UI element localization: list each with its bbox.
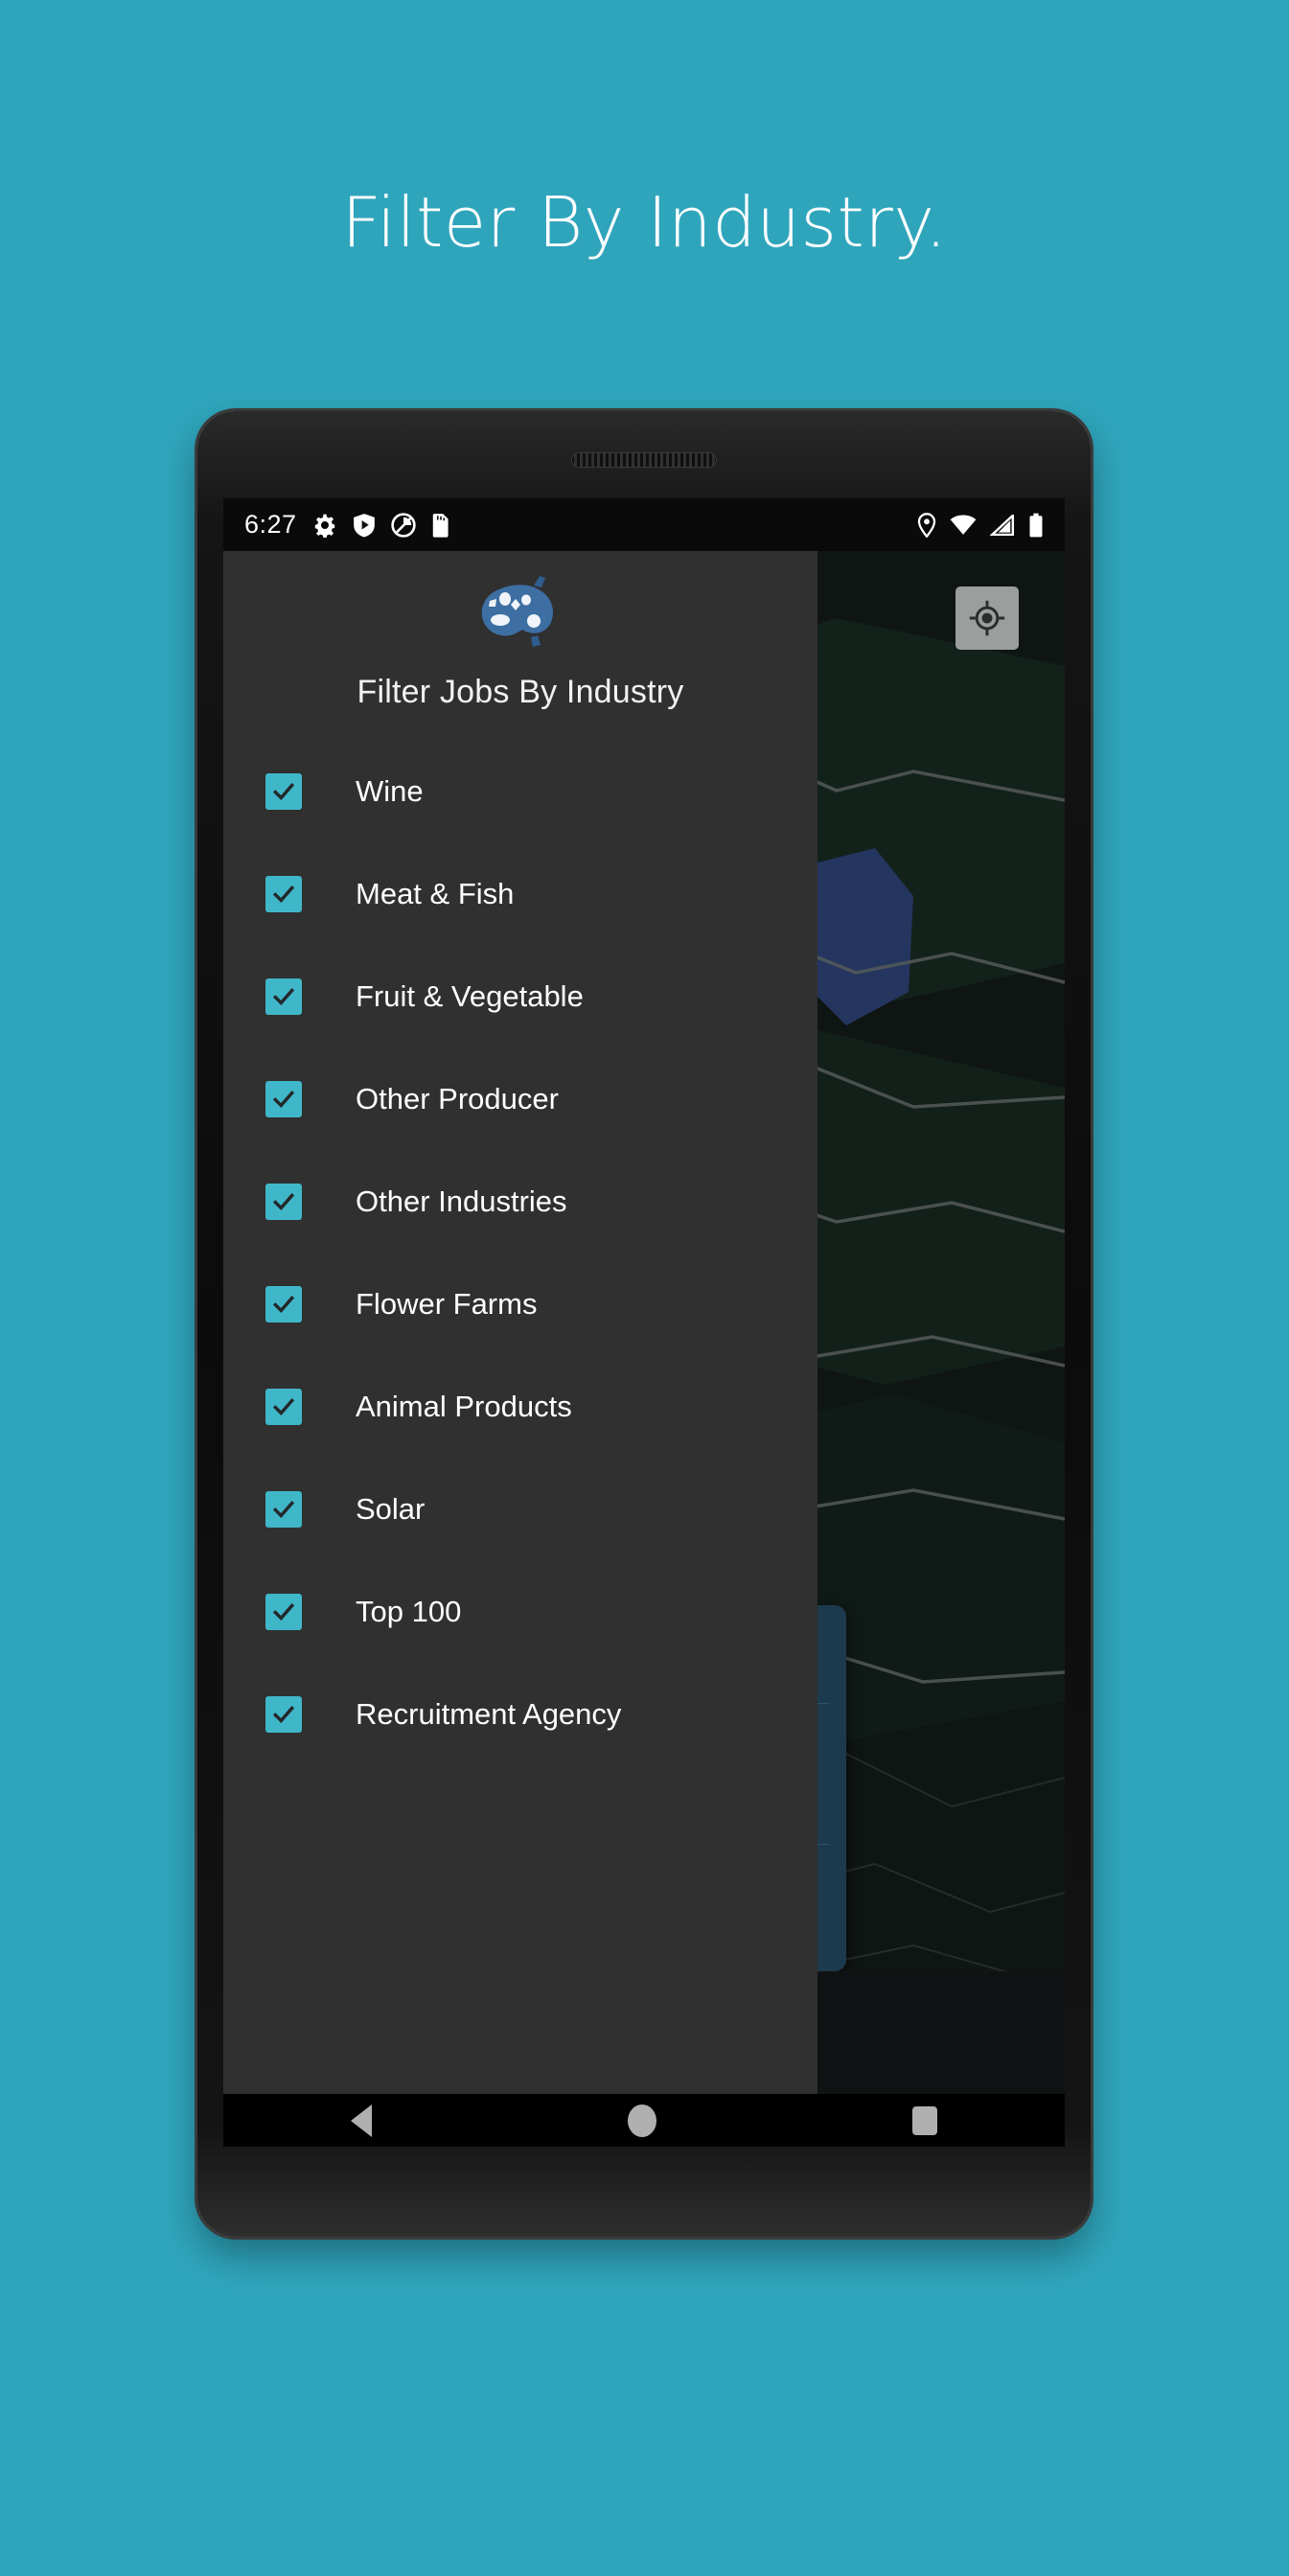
filter-label: Solar <box>356 1491 426 1526</box>
filter-row-other-industries[interactable]: Other Industries <box>223 1150 817 1253</box>
battery-icon <box>1029 513 1043 537</box>
filter-label: Meat & Fish <box>356 876 515 910</box>
checkbox-other-producer[interactable] <box>265 1080 302 1117</box>
filter-label: Fruit & Vegetable <box>356 978 584 1013</box>
filter-label: Animal Products <box>356 1389 572 1423</box>
filter-label: Other Industries <box>356 1184 567 1218</box>
filter-row-animal-products[interactable]: Animal Products <box>223 1355 817 1458</box>
filter-row-recruitment-agency[interactable]: Recruitment Agency <box>223 1663 817 1765</box>
filter-row-wine[interactable]: Wine <box>223 740 817 842</box>
checkmark-icon <box>272 885 295 903</box>
checkbox-other-industries[interactable] <box>265 1183 302 1220</box>
checkmark-icon <box>272 1500 295 1518</box>
my-location-button[interactable] <box>955 586 1019 650</box>
filter-label: Other Producer <box>356 1081 559 1116</box>
checkmark-icon <box>272 987 295 1005</box>
checkmark-icon <box>272 1397 295 1415</box>
filter-row-solar[interactable]: Solar <box>223 1458 817 1560</box>
phone-screen: Plumas tional Forest South Tah Stanis Na… <box>223 498 1065 2147</box>
status-bar-left: 6:27 <box>223 510 450 540</box>
checkbox-wine[interactable] <box>265 772 302 810</box>
checkmark-icon <box>272 1090 295 1108</box>
status-bar-right <box>917 512 1065 538</box>
checkmark-icon <box>272 782 295 800</box>
status-bar: 6:27 <box>223 498 1065 551</box>
checkbox-recruitment-agency[interactable] <box>265 1695 302 1733</box>
filter-label: Top 100 <box>356 1594 462 1628</box>
filter-row-other-producer[interactable]: Other Producer <box>223 1047 817 1150</box>
filter-row-top-100[interactable]: Top 100 <box>223 1560 817 1663</box>
drawer-header: Filter Jobs By Industry <box>223 551 817 711</box>
filter-drawer[interactable]: Filter Jobs By Industry Wine Meat & Fish… <box>223 551 817 2094</box>
filter-label: Flower Farms <box>356 1286 538 1321</box>
location-pin-icon <box>917 512 936 538</box>
earpiece-speaker-grille <box>571 452 717 468</box>
phone-device-frame: Plumas tional Forest South Tah Stanis Na… <box>197 411 1091 2237</box>
checkmark-icon <box>272 1602 295 1621</box>
drawer-title: Filter Jobs By Industry <box>357 674 684 710</box>
industry-filter-list: Wine Meat & Fish Fruit & Vegetable Other… <box>223 740 817 1765</box>
checkmark-icon <box>272 1192 295 1210</box>
page-title: Filter By Industry. <box>341 182 948 263</box>
shield-play-icon <box>353 513 375 537</box>
my-location-icon <box>969 600 1005 636</box>
checkbox-meat-fish[interactable] <box>265 875 302 912</box>
australia-map-logo <box>481 576 553 647</box>
filter-row-fruit-vegetable[interactable]: Fruit & Vegetable <box>223 945 817 1047</box>
android-navigation-bar[interactable] <box>223 2094 1065 2147</box>
checkbox-flower-farms[interactable] <box>265 1285 302 1322</box>
no-entry-circle-icon <box>390 512 416 538</box>
checkbox-fruit-vegetable[interactable] <box>265 978 302 1015</box>
checkmark-icon <box>272 1295 295 1313</box>
checkmark-icon <box>272 1705 295 1723</box>
home-button[interactable] <box>627 2104 656 2137</box>
recents-button[interactable] <box>911 2105 937 2135</box>
checkbox-solar[interactable] <box>265 1490 302 1528</box>
wifi-icon <box>950 515 977 535</box>
checkbox-top-100[interactable] <box>265 1593 302 1630</box>
filter-row-meat-fish[interactable]: Meat & Fish <box>223 842 817 945</box>
filter-label: Wine <box>356 773 424 808</box>
checkbox-animal-products[interactable] <box>265 1388 302 1425</box>
cellular-signal-icon <box>990 514 1015 536</box>
back-button[interactable] <box>351 2104 373 2137</box>
sd-card-icon <box>432 513 449 538</box>
gear-icon <box>314 514 334 538</box>
status-bar-clock: 6:27 <box>244 510 297 539</box>
filter-label: Recruitment Agency <box>356 1696 622 1731</box>
filter-row-flower-farms[interactable]: Flower Farms <box>223 1253 817 1355</box>
